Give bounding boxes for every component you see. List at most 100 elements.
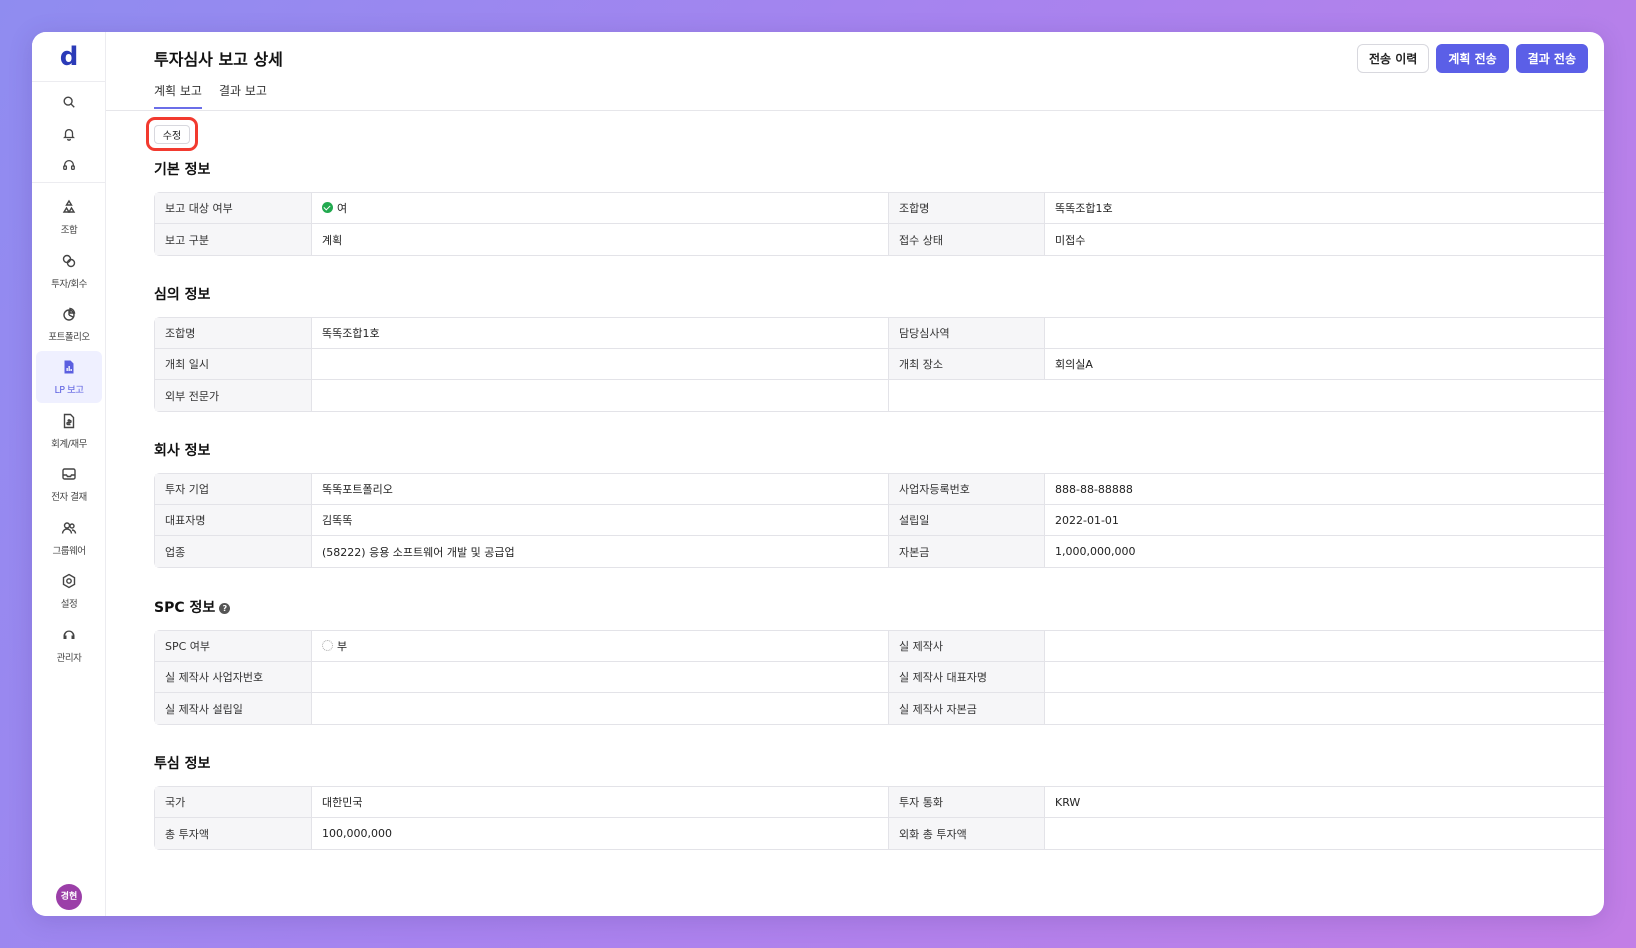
send-history-button[interactable]: 전송 이력 xyxy=(1356,44,1430,73)
section-title-invest: 투심 정보 xyxy=(154,756,211,772)
portfolio-icon xyxy=(63,307,76,321)
field-value: 1,000,000,000 xyxy=(1044,536,1604,567)
field-value: KRW xyxy=(1044,787,1604,818)
field-value: 부 xyxy=(311,631,888,662)
section-title-basic: 기본 정보 xyxy=(154,162,211,178)
field-label: 개최 일시 xyxy=(155,349,311,380)
sidebar: d 조합 투자/회수 포트폴리오 LP 보고 회계/재무 전자 결재 그룹웨어 … xyxy=(32,32,106,916)
accounting-icon xyxy=(63,413,75,429)
empty-cell xyxy=(888,380,1604,411)
sidebar-item-label: 관리자 xyxy=(56,653,82,664)
table-row: 외부 전문가 xyxy=(155,380,1604,411)
app-logo[interactable]: d xyxy=(32,42,106,72)
field-value xyxy=(311,380,888,411)
field-label: 실 제작사 설립일 xyxy=(155,693,311,724)
header-actions: 전송 이력 계획 전송 결과 전송 xyxy=(1356,44,1588,73)
avatar[interactable]: 경현 xyxy=(56,884,82,910)
review-info-table: 조합명 똑똑조합1호 담당심사역 개최 일시 개최 장소 회의실A 외부 전문가 xyxy=(154,317,1604,412)
field-value: 회의실A xyxy=(1044,349,1604,380)
field-label: 담당심사역 xyxy=(888,318,1044,349)
search-icon[interactable] xyxy=(32,94,106,113)
admin-icon xyxy=(63,630,75,639)
table-row: 실 제작사 사업자번호 실 제작사 대표자명 xyxy=(155,662,1604,693)
table-row: 총 투자액 100,000,000 외화 총 투자액 xyxy=(155,818,1604,849)
field-value: 2022-01-01 xyxy=(1044,505,1604,536)
tab-plan-report[interactable]: 계획 보고 xyxy=(154,82,202,109)
sidebar-item-admin[interactable]: 관리자 xyxy=(36,619,102,671)
table-row: 보고 구분 계획 접수 상태 미접수 xyxy=(155,224,1604,255)
table-row: 보고 대상 여부 여 조합명 똑똑조합1호 xyxy=(155,193,1604,224)
sidebar-item-investment[interactable]: 투자/회수 xyxy=(36,245,102,297)
approval-icon xyxy=(62,468,76,480)
table-row: SPC 여부 부 실 제작사 xyxy=(155,631,1604,662)
invest-info-table: 국가 대한민국 투자 통화 KRW 총 투자액 100,000,000 외화 총… xyxy=(154,786,1604,850)
field-value xyxy=(1044,693,1604,724)
field-value: (58222) 응용 소프트웨어 개발 및 공급업 xyxy=(311,536,888,567)
table-row: 개최 일시 개최 장소 회의실A xyxy=(155,349,1604,380)
result-send-button[interactable]: 결과 전송 xyxy=(1515,44,1588,73)
field-label: 조합명 xyxy=(888,193,1044,224)
app-window: d 조합 투자/회수 포트폴리오 LP 보고 회계/재무 전자 결재 그룹웨어 … xyxy=(32,32,1604,916)
sidebar-item-accounting[interactable]: 회계/재무 xyxy=(36,405,102,457)
page-title: 투자심사 보고 상세 xyxy=(154,50,283,69)
field-label: 설립일 xyxy=(888,505,1044,536)
field-label: 외화 총 투자액 xyxy=(888,818,1044,849)
field-label: 투자 기업 xyxy=(155,474,311,505)
field-label: 실 제작사 xyxy=(888,631,1044,662)
field-value: 888-88-88888 xyxy=(1044,474,1604,505)
sidebar-item-label: 그룹웨어 xyxy=(52,546,86,557)
sidebar-item-fund[interactable]: 조합 xyxy=(36,191,102,243)
edit-button[interactable]: 수정 xyxy=(154,125,190,144)
field-label: 외부 전문가 xyxy=(155,380,311,411)
field-label: 국가 xyxy=(155,787,311,818)
field-label: 업종 xyxy=(155,536,311,567)
table-row: 업종 (58222) 응용 소프트웨어 개발 및 공급업 자본금 1,000,0… xyxy=(155,536,1604,567)
help-icon[interactable]: ? xyxy=(219,603,231,614)
groupware-icon xyxy=(61,522,77,534)
report-content: 수정 기본 정보 보고 대상 여부 여 조합명 똑똑조합1호 보고 구분 계획 … xyxy=(106,111,1604,916)
field-value: 미접수 xyxy=(1044,224,1604,255)
report-target-value: 여 xyxy=(337,202,348,215)
sidebar-divider xyxy=(32,182,106,183)
sidebar-item-groupware[interactable]: 그룹웨어 xyxy=(36,512,102,564)
spc-flag-value: 부 xyxy=(337,640,348,653)
sidebar-item-lp-report[interactable]: LP 보고 xyxy=(36,351,102,403)
sidebar-item-approval[interactable]: 전자 결재 xyxy=(36,458,102,510)
field-value: 계획 xyxy=(311,224,888,255)
plan-send-button[interactable]: 계획 전송 xyxy=(1436,44,1509,73)
sidebar-divider xyxy=(32,81,106,82)
field-value xyxy=(311,662,888,693)
tab-result-report[interactable]: 결과 보고 xyxy=(219,82,267,109)
table-row: 국가 대한민국 투자 통화 KRW xyxy=(155,787,1604,818)
main-panel: 투자심사 보고 상세 전송 이력 계획 전송 결과 전송 계획 보고 결과 보고… xyxy=(106,32,1604,916)
table-row: 대표자명 김똑똑 설립일 2022-01-01 xyxy=(155,505,1604,536)
field-value xyxy=(1044,318,1604,349)
fund-icon xyxy=(62,199,76,213)
edit-highlight: 수정 xyxy=(146,117,198,151)
field-value: 똑똑포트폴리오 xyxy=(311,474,888,505)
sidebar-item-settings[interactable]: 설정 xyxy=(36,565,102,617)
field-label: 대표자명 xyxy=(155,505,311,536)
table-row: 조합명 똑똑조합1호 담당심사역 xyxy=(155,318,1604,349)
sidebar-item-label: LP 보고 xyxy=(54,385,84,396)
section-title-spc: SPC 정보? xyxy=(154,597,231,617)
bell-icon[interactable] xyxy=(32,126,106,145)
field-value xyxy=(311,693,888,724)
field-value: 100,000,000 xyxy=(311,818,888,849)
field-label: 개최 장소 xyxy=(888,349,1044,380)
gear-icon xyxy=(62,573,76,589)
sidebar-item-label: 전자 결재 xyxy=(51,492,87,503)
field-value xyxy=(311,349,888,380)
field-value: 똑똑조합1호 xyxy=(1044,193,1604,224)
headset-icon[interactable] xyxy=(32,157,106,176)
field-label: SPC 여부 xyxy=(155,631,311,662)
pending-circle-icon xyxy=(322,640,333,651)
sidebar-item-portfolio[interactable]: 포트폴리오 xyxy=(36,298,102,350)
company-info-table: 투자 기업 똑똑포트폴리오 사업자등록번호 888-88-88888 대표자명 … xyxy=(154,473,1604,568)
field-label: 조합명 xyxy=(155,318,311,349)
field-value: 여 xyxy=(311,193,888,224)
report-tabs: 계획 보고 결과 보고 xyxy=(154,82,267,109)
field-value: 대한민국 xyxy=(311,787,888,818)
section-title-company: 회사 정보 xyxy=(154,443,211,459)
field-label: 실 제작사 자본금 xyxy=(888,693,1044,724)
